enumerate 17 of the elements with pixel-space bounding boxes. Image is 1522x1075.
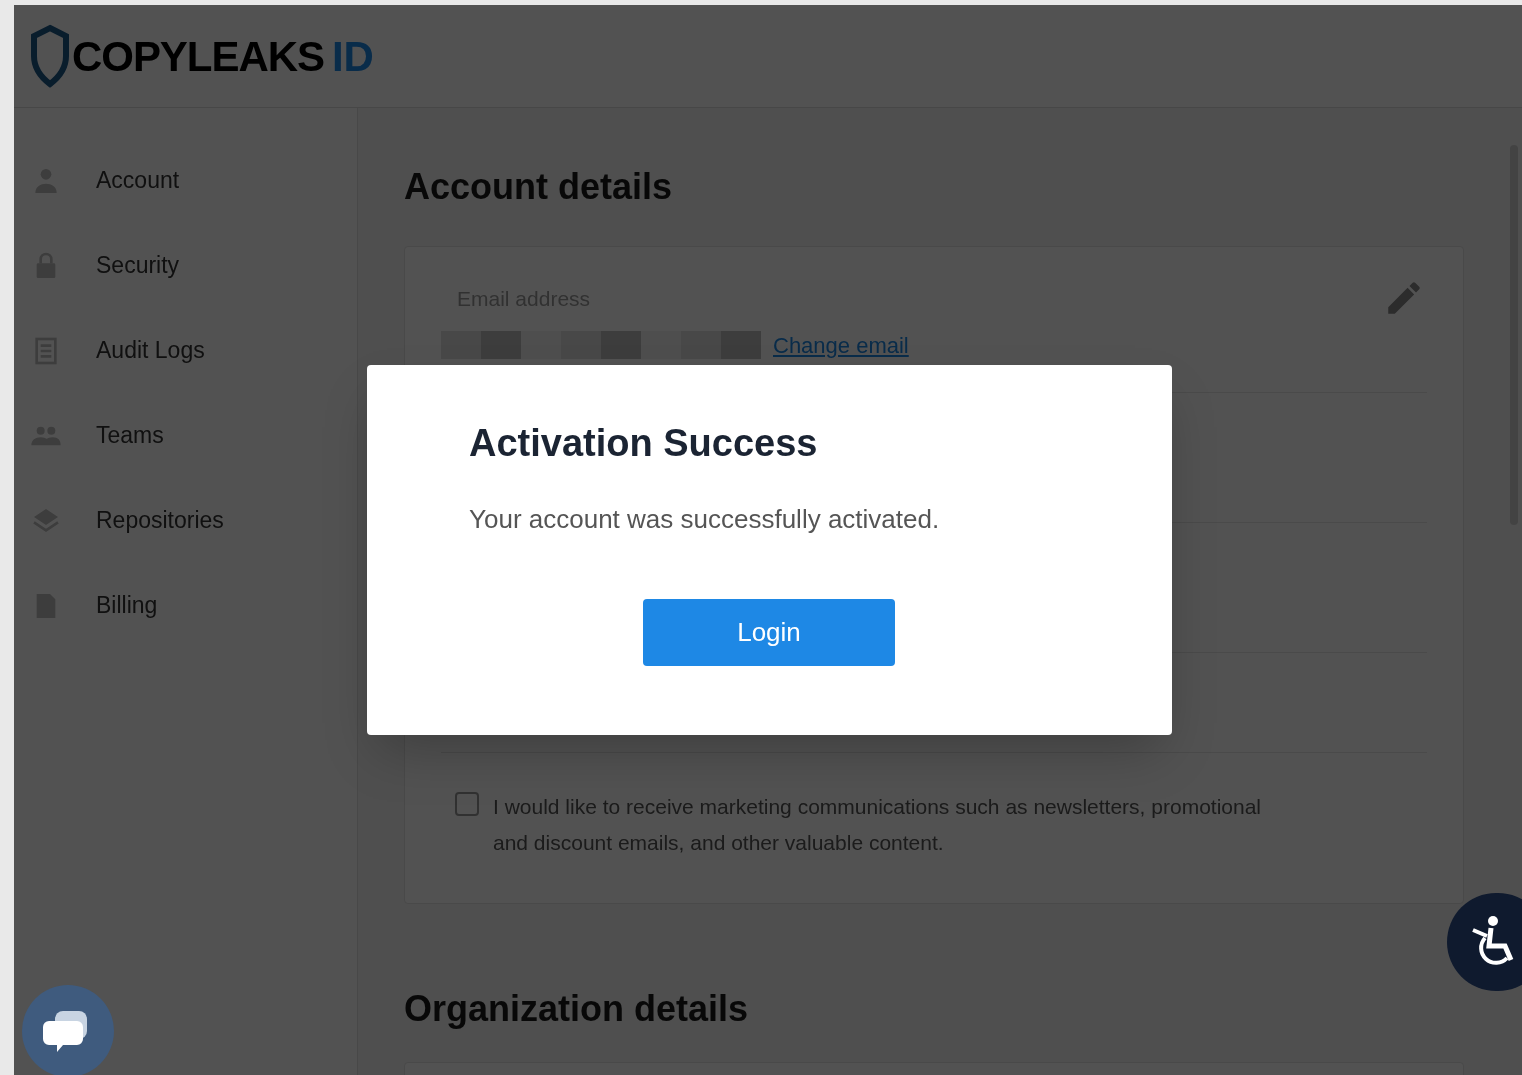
section-title: Account details xyxy=(404,165,674,209)
sidebar-item[interactable]: Billing xyxy=(14,563,357,648)
dialog-title: Activation Success xyxy=(469,421,819,466)
logo-suffix: ID xyxy=(331,31,374,82)
sidebar-item[interactable]: Security xyxy=(14,223,357,308)
logo-text: COPYLEAKS xyxy=(72,31,324,82)
accessibility-button[interactable] xyxy=(1447,893,1522,991)
change-email-link[interactable]: Change email xyxy=(773,328,909,362)
login-button[interactable]: Login xyxy=(643,599,895,666)
sidebar-item[interactable]: Teams xyxy=(14,393,357,478)
sidebar-item[interactable]: Account xyxy=(14,138,357,223)
section-title: Organization details xyxy=(404,987,750,1031)
dialog-message: Your account was successfully activated. xyxy=(469,503,941,536)
shield-logo-icon xyxy=(30,24,70,88)
sidebar-item[interactable]: Repositories xyxy=(14,478,357,563)
checkbox[interactable] xyxy=(455,791,479,816)
sidebar-item[interactable]: Audit Logs xyxy=(14,308,357,393)
